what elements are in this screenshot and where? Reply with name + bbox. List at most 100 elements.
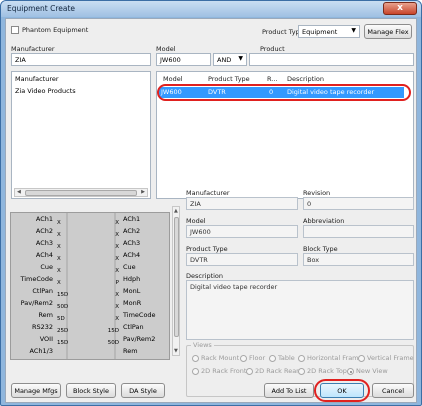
view-radio-horizontal-frame[interactable] <box>298 355 305 362</box>
detail-product-type-field: DVTR <box>186 253 298 266</box>
block-pin-right: ACh1 <box>123 215 141 223</box>
view-radio-label: New View <box>356 367 388 375</box>
product-input[interactable] <box>249 53 414 66</box>
manage-flex-button[interactable]: Manage Flex <box>364 24 412 39</box>
column-header-revision[interactable]: R... <box>267 75 277 83</box>
and-operator-select[interactable]: AND ▼ <box>213 53 247 66</box>
detail-block-type-field: Box <box>303 253 414 266</box>
block-pin-tag-right: X <box>115 244 119 250</box>
block-pin-left: Cue <box>40 263 53 271</box>
detail-description-field: Digital video tape recorder <box>186 280 414 340</box>
manufacturer-list: Manufacturer Zia Video Products ◀ ▶ <box>11 71 151 199</box>
view-radio-label: 2D Rack Top <box>307 367 347 375</box>
block-pin-tag-right: X <box>115 232 119 238</box>
chevron-down-icon: ▼ <box>238 55 243 62</box>
column-header-model[interactable]: Model <box>163 75 183 83</box>
view-radio-table[interactable] <box>269 355 276 362</box>
da-style-button[interactable]: DA Style <box>121 383 165 398</box>
block-pin-right: Pav/Rem2 <box>123 335 156 343</box>
scroll-right-icon[interactable]: ▶ <box>141 189 145 195</box>
close-icon: x <box>397 3 403 13</box>
view-radio-label: Rack Mount <box>201 354 240 362</box>
view-radio-label: 2D Rack Rear <box>255 367 299 375</box>
view-radio-2d-rack-front[interactable] <box>192 368 199 375</box>
block-pin-left: CtlPan <box>32 287 53 295</box>
cancel-button[interactable]: Cancel <box>372 383 414 398</box>
block-pin-tag-right: 15D <box>107 328 119 334</box>
block-pin-tag-left: X <box>57 268 61 274</box>
block-pin-left: Rem <box>38 311 53 319</box>
block-pin-right: MonL <box>123 287 141 295</box>
block-pin-right: Hdph <box>123 275 141 283</box>
column-header-product-type[interactable]: Product Type <box>208 75 250 83</box>
block-pin-left: VOII <box>39 335 53 343</box>
block-pin-left: ACh4 <box>35 251 53 259</box>
view-radio-2d-rack-rear[interactable] <box>246 368 253 375</box>
detail-model-label: Model <box>186 217 206 225</box>
scrollbar-thumb[interactable] <box>25 190 137 196</box>
block-diagram: ACh1 X ACh2 X ACh3 X ACh4 X Cue X TimeCode X CtlPan 1… <box>10 212 170 360</box>
block-pin-left: TimeCode <box>20 275 53 283</box>
manufacturer-input[interactable]: ZIA <box>11 53 151 66</box>
block-pin-tag-left: X <box>57 256 61 262</box>
equipment-results-table: Model Product Type R... Description JW60… <box>156 71 414 199</box>
manufacturer-list-item[interactable]: Zia Video Products <box>15 87 76 95</box>
block-pin-tag-left: X <box>57 232 61 238</box>
block-pin-tag-left: X <box>57 280 61 286</box>
block-pin-left: ACh1/3 <box>29 347 53 355</box>
view-radio-new-view[interactable] <box>347 368 354 375</box>
model-input[interactable]: JW600 <box>156 53 211 66</box>
block-pin-left: ACh1 <box>35 215 53 223</box>
detail-block-type-label: Block Type <box>303 245 338 253</box>
block-pin-tag-left: X <box>57 220 61 226</box>
scroll-down-icon[interactable]: ▼ <box>174 348 178 354</box>
detail-product-type-label: Product Type <box>186 245 228 253</box>
scrollbar-thumb[interactable] <box>174 217 179 337</box>
manufacturer-list-scrollbar[interactable]: ◀ ▶ <box>14 188 148 197</box>
block-pin-tag-left: X <box>57 244 61 250</box>
block-pin-tag-right: X <box>115 268 119 274</box>
view-radio-floor[interactable] <box>240 355 247 362</box>
manage-mfgs-button[interactable]: Manage Mfgs <box>11 383 61 398</box>
view-radio-rack-mount[interactable] <box>192 355 199 362</box>
scroll-left-icon[interactable]: ◀ <box>17 189 21 195</box>
block-pin-right: TimeCode <box>123 311 156 319</box>
block-pin-right: Cue <box>123 263 136 271</box>
view-radio-2d-rack-top[interactable] <box>298 368 305 375</box>
add-to-list-button[interactable]: Add To List <box>264 383 314 398</box>
detail-manufacturer-label: Manufacturer <box>186 189 230 197</box>
scroll-up-icon[interactable]: ▲ <box>174 208 178 214</box>
view-radio-label: Horizontal Frame <box>307 354 363 362</box>
dialog-body: Phantom Equipment Product Type Equipment… <box>5 18 417 403</box>
view-radio-label: Table <box>278 354 295 362</box>
detail-revision-label: Revision <box>303 189 331 197</box>
highlight-oval <box>157 84 411 101</box>
product-label: Product <box>260 45 285 53</box>
detail-model-field: JW600 <box>186 225 298 238</box>
and-operator-value: AND <box>217 56 232 64</box>
block-pin-right: Rem <box>123 347 138 355</box>
block-pin-right: MonR <box>123 299 142 307</box>
block-pin-left: ACh2 <box>35 227 53 235</box>
view-radio-vertical-frame[interactable] <box>358 355 365 362</box>
block-pin-tag-right: X <box>115 220 119 226</box>
close-button[interactable]: x <box>383 2 417 15</box>
product-type-select[interactable]: Equipment ▼ <box>298 25 360 38</box>
column-header-description[interactable]: Description <box>287 75 324 83</box>
block-style-button[interactable]: Block Style <box>66 383 116 398</box>
block-pin-right: ACh2 <box>123 227 141 235</box>
detail-revision-field: 0 <box>303 197 414 210</box>
detail-abbreviation-field <box>303 225 414 238</box>
product-type-value: Equipment <box>302 28 338 36</box>
title-bar[interactable]: Equipment Create x <box>1 1 421 17</box>
phantom-equipment-checkbox[interactable] <box>11 26 19 34</box>
model-label: Model <box>156 45 176 53</box>
block-pin-tag-left: 5D <box>57 316 65 322</box>
manufacturer-list-header: Manufacturer <box>15 75 59 83</box>
block-diagram-scrollbar[interactable]: ▲ ▼ <box>172 206 180 356</box>
phantom-equipment-label: Phantom Equipment <box>22 26 89 34</box>
detail-description-label: Description <box>186 272 224 280</box>
highlight-oval <box>314 379 370 402</box>
views-label: Views <box>191 341 214 349</box>
view-radio-label: Floor <box>249 354 266 362</box>
